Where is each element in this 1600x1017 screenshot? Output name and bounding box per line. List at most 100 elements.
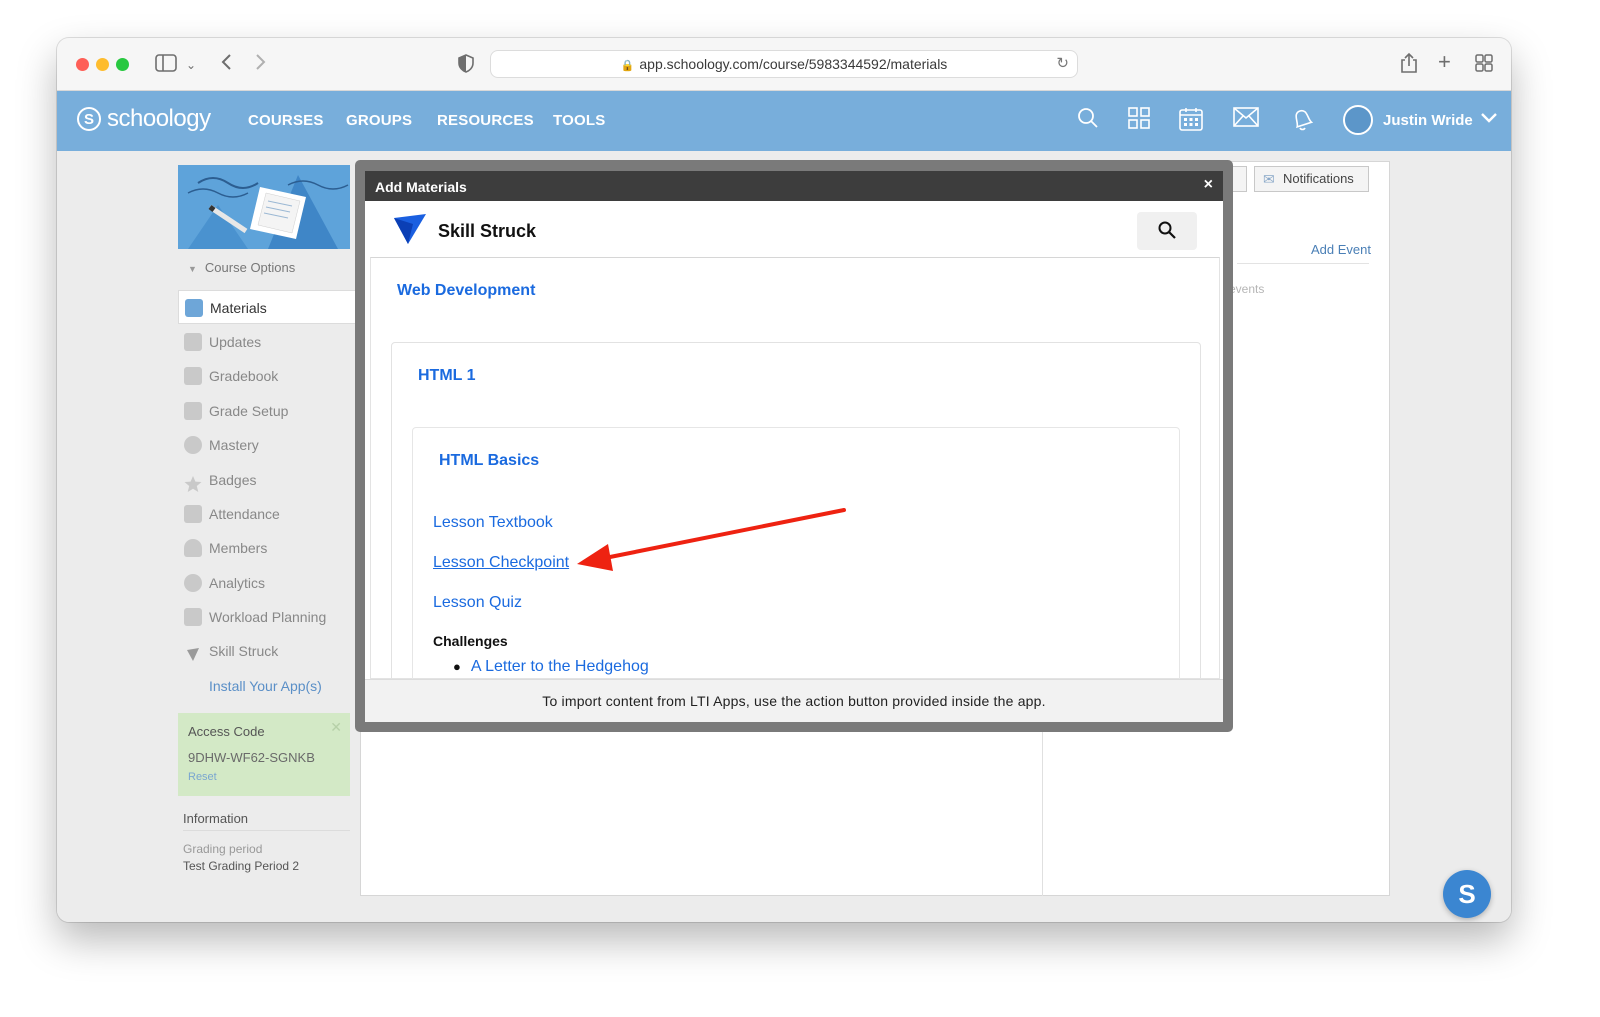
lesson-title-link[interactable]: HTML Basics [439, 452, 539, 470]
course-options-label: Course Options [204, 260, 296, 275]
list-item[interactable]: ● A Letter to the Hedgehog [453, 658, 649, 676]
sidebar-item-updates[interactable]: Updates [178, 325, 358, 359]
sidebar-item-mastery[interactable]: Mastery [178, 428, 358, 462]
course-options-toggle[interactable]: ▼ Course Options [188, 260, 295, 275]
grading-period-label: Grading period [183, 842, 263, 856]
sidebar-item-label: Attendance [209, 506, 280, 522]
updates-icon [184, 333, 202, 351]
challenges-heading: Challenges [433, 633, 508, 649]
schoology-logo[interactable]: S schoology [77, 105, 211, 133]
close-window-button[interactable] [76, 58, 89, 71]
add-event-link[interactable]: Add Event [1311, 242, 1371, 257]
sidebar-item-label: Badges [209, 472, 257, 488]
grade-setup-icon [184, 402, 202, 420]
skill-struck-logo-icon [393, 214, 427, 249]
access-code-value: 9DHW-WF62-SGNKB [188, 750, 315, 765]
address-bar[interactable]: 🔒 app.schoology.com/course/5983344592/mat… [490, 50, 1078, 78]
sidebar-item-label: Members [209, 540, 268, 556]
search-icon[interactable] [1077, 107, 1099, 134]
sidebar-item-label: Gradebook [209, 368, 279, 384]
browser-toolbar: ⌄ 🔒 app.schoology.com/course/5983344592/m… [57, 38, 1511, 91]
access-code-reset-link[interactable]: Reset [188, 771, 340, 783]
unit-link[interactable]: HTML 1 [418, 367, 475, 385]
events-divider [1237, 263, 1369, 264]
schoology-header: S schoology COURSES GROUPS RESOURCES TOO… [57, 91, 1511, 151]
course-link[interactable]: Web Development [397, 282, 535, 300]
add-materials-dialog: Add Materials × Skill Struck Web Develop… [365, 171, 1223, 722]
lesson-card: HTML Basics Lesson Textbook Lesson Check… [412, 427, 1180, 722]
back-icon[interactable] [220, 53, 232, 75]
add-materials-dialog-frame: Add Materials × Skill Struck Web Develop… [355, 160, 1233, 732]
gradebook-icon [184, 367, 202, 385]
zoom-window-button[interactable] [116, 58, 129, 71]
chat-support-button[interactable]: S [1443, 870, 1491, 918]
sidebar-item-label: Analytics [209, 575, 266, 591]
badges-icon [184, 471, 202, 492]
sidebar-item-label: Mastery [209, 437, 259, 453]
sidebar-item-materials[interactable]: Materials [178, 290, 358, 324]
dialog-titlebar: Add Materials × [365, 171, 1223, 201]
challenge-link[interactable]: A Letter to the Hedgehog [471, 658, 649, 675]
sidebar-item-members[interactable]: Members [178, 531, 358, 565]
access-code-panel: Access Code 9DHW-WF62-SGNKB Reset ✕ [178, 713, 350, 796]
bullet-icon: ● [453, 659, 461, 674]
analytics-icon [184, 574, 202, 592]
close-icon[interactable]: ✕ [330, 719, 342, 736]
forward-icon[interactable] [255, 53, 267, 75]
close-icon[interactable]: × [1204, 176, 1213, 194]
search-icon [1158, 221, 1176, 244]
lesson-textbook-link[interactable]: Lesson Textbook [433, 514, 553, 532]
materials-icon [185, 299, 203, 317]
course-image [178, 165, 350, 249]
sidebar-item-grade-setup[interactable]: Grade Setup [178, 394, 358, 428]
calendar-icon[interactable] [1179, 107, 1203, 136]
notifications-label: Notifications [1283, 171, 1354, 186]
caret-down-icon: ▼ [188, 264, 197, 274]
sidebar-item-badges[interactable]: Badges [178, 463, 358, 497]
information-divider [183, 830, 350, 831]
minimize-window-button[interactable] [96, 58, 109, 71]
envelope-icon: ✉ [1263, 171, 1275, 187]
browser-window: ⌄ 🔒 app.schoology.com/course/5983344592/m… [57, 38, 1511, 922]
user-name[interactable]: Justin Wride [1383, 112, 1473, 129]
workload-icon [184, 608, 202, 626]
grading-period-value: Test Grading Period 2 [183, 859, 300, 873]
tab-overview-icon[interactable] [1475, 54, 1493, 76]
notifications-button[interactable]: ✉ Notifications [1254, 166, 1369, 192]
nav-resources[interactable]: RESOURCES [437, 112, 534, 129]
nav-courses[interactable]: COURSES [248, 112, 324, 129]
schoology-logo-text: schoology [107, 105, 211, 132]
new-tab-icon[interactable]: + [1438, 51, 1451, 73]
privacy-shield-icon[interactable] [458, 54, 474, 77]
sidebar-item-analytics[interactable]: Analytics [178, 566, 358, 600]
mail-icon[interactable] [1233, 107, 1259, 132]
sidebar-item-label: Skill Struck [209, 643, 279, 659]
chevron-down-icon[interactable] [1480, 108, 1498, 129]
sidebar-item-label: Grade Setup [209, 403, 289, 419]
skill-struck-name: Skill Struck [438, 221, 537, 241]
events-text: events [1229, 282, 1265, 296]
notification-bell-icon[interactable] [1291, 107, 1314, 136]
lesson-checkpoint-link[interactable]: Lesson Checkpoint [433, 554, 569, 572]
install-apps-link[interactable]: Install Your App(s) [209, 678, 322, 694]
sidebar-toggle-icon[interactable] [155, 54, 177, 76]
sidebar-item-skill-struck[interactable]: Skill Struck [178, 634, 358, 668]
chevron-down-icon[interactable]: ⌄ [186, 55, 196, 75]
skill-struck-search-button[interactable] [1137, 212, 1197, 250]
sidebar-item-attendance[interactable]: Attendance [178, 497, 358, 531]
sidebar-item-label: Materials [210, 300, 267, 316]
sidebar-item-workload-planning[interactable]: Workload Planning [178, 600, 358, 634]
apps-grid-icon[interactable] [1128, 107, 1150, 134]
nav-tools[interactable]: TOOLS [553, 112, 605, 129]
nav-groups[interactable]: GROUPS [346, 112, 412, 129]
share-icon[interactable] [1400, 52, 1418, 78]
mastery-icon [184, 436, 202, 454]
unit-card: HTML 1 HTML Basics Lesson Textbook Lesso… [391, 342, 1201, 722]
sidebar-item-gradebook[interactable]: Gradebook [178, 359, 358, 393]
reload-icon[interactable]: ↻ [1056, 51, 1069, 77]
skill-struck-content: Web Development HTML 1 HTML Basics Lesso… [370, 257, 1220, 722]
user-avatar[interactable] [1343, 105, 1373, 135]
lesson-quiz-link[interactable]: Lesson Quiz [433, 594, 522, 612]
dialog-footer-note: To import content from LTI Apps, use the… [365, 679, 1223, 722]
skill-struck-icon [184, 642, 202, 661]
